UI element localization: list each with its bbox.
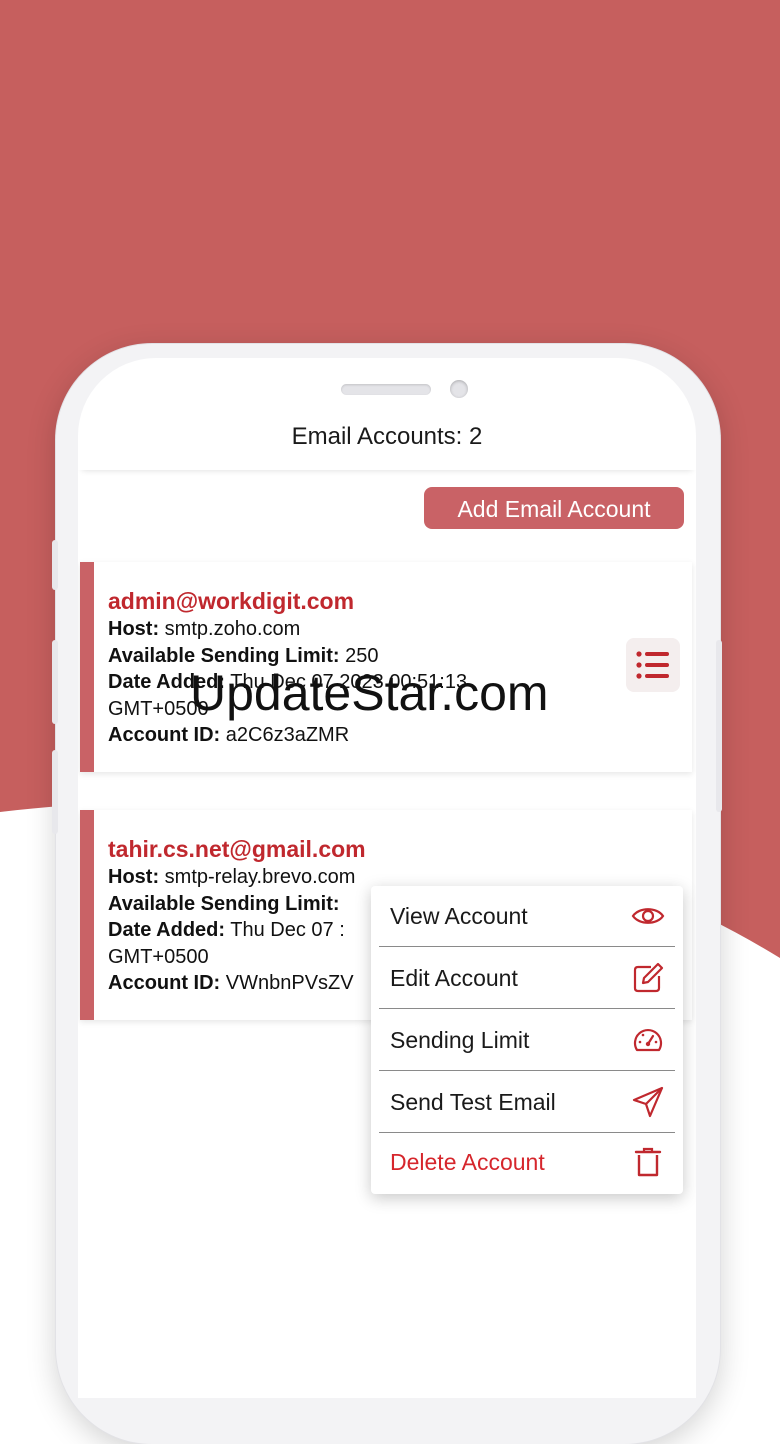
menu-item-label: View Account bbox=[390, 903, 528, 929]
trash-icon bbox=[634, 1147, 662, 1177]
account-id: Account ID: VWnbnPVsZV bbox=[108, 970, 398, 997]
menu-item-label: Delete Account bbox=[390, 1149, 545, 1175]
limit-label: Available Sending Limit: bbox=[108, 892, 340, 915]
phone-side-button bbox=[52, 640, 58, 724]
menu-item-label: Edit Account bbox=[390, 965, 518, 991]
phone-speaker bbox=[341, 384, 431, 395]
send-icon bbox=[632, 1086, 664, 1118]
menu-item-label: Send Test Email bbox=[390, 1089, 556, 1115]
date-label: Date Added: bbox=[108, 919, 226, 941]
menu-item-send-test-email[interactable]: Send Test Email bbox=[379, 1072, 675, 1133]
page-title: Email Accounts: 2 bbox=[78, 418, 696, 470]
account-email: tahir.cs.net@gmail.com bbox=[108, 836, 366, 862]
account-context-menu: View Account Edit Account Sending Limit bbox=[371, 886, 683, 1194]
account-id-label: Account ID: bbox=[108, 972, 221, 994]
card-accent-bar bbox=[80, 562, 94, 772]
host-value: smtp.zoho.com bbox=[164, 618, 301, 640]
host-label: Host: bbox=[108, 866, 160, 888]
host-label: Host: bbox=[108, 618, 160, 640]
menu-item-edit-account[interactable]: Edit Account bbox=[379, 948, 675, 1009]
account-id-value: a2C6z3aZMR bbox=[225, 724, 350, 746]
account-host: Host: smtp.zoho.com bbox=[108, 616, 548, 643]
account-details: tahir.cs.net@gmail.com Host: smtp-relay.… bbox=[108, 834, 398, 997]
menu-item-label: Sending Limit bbox=[390, 1027, 530, 1053]
account-host: Host: smtp-relay.brevo.com bbox=[108, 864, 398, 891]
account-date-tz: GMT+0500 bbox=[108, 945, 209, 968]
account-id: Account ID: a2C6z3aZMR bbox=[108, 722, 548, 749]
list-icon bbox=[636, 651, 669, 679]
phone-side-button bbox=[52, 750, 58, 834]
speedometer-icon bbox=[633, 1029, 663, 1052]
menu-item-sending-limit[interactable]: Sending Limit bbox=[379, 1010, 675, 1071]
account-email: admin@workdigit.com bbox=[108, 588, 355, 614]
date-value: Thu Dec 07 : bbox=[230, 919, 345, 941]
account-menu-button[interactable] bbox=[626, 638, 680, 692]
phone-camera bbox=[450, 380, 468, 398]
menu-item-view-account[interactable]: View Account bbox=[379, 886, 675, 947]
account-limit: Available Sending Limit: bbox=[108, 891, 398, 918]
eye-icon bbox=[631, 908, 665, 924]
add-email-account-button[interactable]: Add Email Account bbox=[424, 487, 684, 529]
account-date: Date Added: Thu Dec 07 : bbox=[108, 917, 398, 944]
watermark-text: UpdateStar.com bbox=[190, 665, 549, 721]
phone-side-button bbox=[716, 640, 722, 812]
menu-item-delete-account[interactable]: Delete Account bbox=[379, 1132, 675, 1193]
account-id-value: VWnbnPVsZV bbox=[225, 972, 354, 994]
host-value: smtp-relay.brevo.com bbox=[164, 866, 356, 888]
card-accent-bar bbox=[80, 810, 94, 1020]
account-id-label: Account ID: bbox=[108, 724, 221, 746]
phone-side-button bbox=[52, 540, 58, 590]
edit-icon bbox=[633, 962, 664, 993]
app-screen: Email Accounts: 2 Add Email Account admi… bbox=[78, 358, 696, 1398]
